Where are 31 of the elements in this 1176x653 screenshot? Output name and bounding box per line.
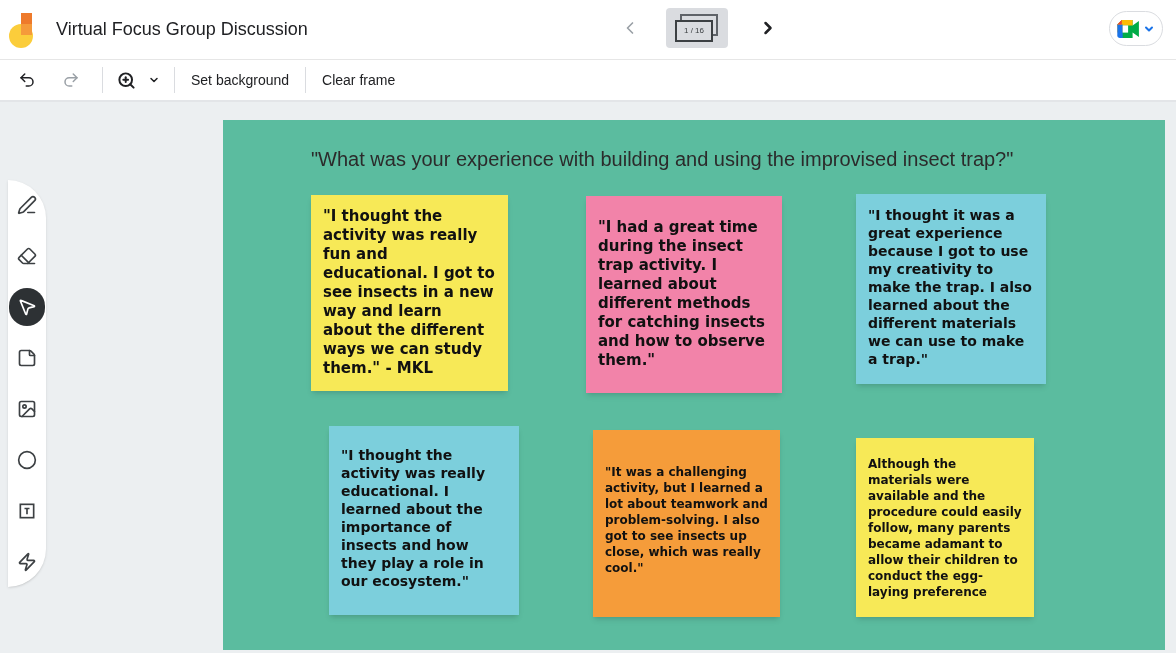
sticky-note[interactable]: "I thought it was a great experience because I got to use my creativity to make the trap. I also learned about the different materials we can use to make a trap." — [856, 194, 1046, 384]
sticky-note[interactable]: "It was a challenging activity, but I learned a lot about teamwork and problem-solving. I also got to see insects up close, which was really cool." — [593, 430, 780, 617]
toolbar-button[interactable]: Clear frame — [314, 69, 404, 91]
frame-title: "What was your experience with building and using the improvised insect trap?" — [311, 147, 1014, 172]
note-text: "I thought the activity was really fun and educational. I got to see insects in a new way and learn about the different ways we can study them." - MKL — [323, 207, 495, 377]
laser-icon — [17, 552, 37, 572]
sticky-note[interactable]: Although the materials were available and the procedure could easily follow, many parents became adamant to allow their children to conduct the egg-laying preference — [856, 438, 1034, 617]
frame-counter-button[interactable]: 1 / 16 — [666, 8, 728, 48]
note-text: "I had a great time during the insect trap activity. I learned about different methods for catching insects and how to observe them." — [598, 218, 765, 369]
video-call-icon — [1117, 19, 1141, 38]
note-text: Although the materials were available and the procedure could easily follow, many parents became adamant to allow their children to conduct the egg-laying preference — [868, 457, 1022, 599]
sticky-note[interactable]: "I thought the activity was really fun and educational. I got to see insects in a new way and learn about the different ways we can study them." - MKL — [311, 195, 508, 391]
circle-icon — [17, 450, 37, 470]
text-box-icon — [17, 501, 37, 521]
note-text: "It was a challenging activity, but I learned a lot about teamwork and problem-solving. I also got to see insects up close, which was really cool." — [605, 465, 768, 575]
sticky-note[interactable]: "I had a great time during the insect trap activity. I learned about different methods for catching insects and how to observe them." — [586, 196, 782, 393]
tool-button[interactable] — [9, 288, 45, 326]
sticky-note-icon — [17, 348, 37, 368]
note-text: "I thought it was a great experience because I got to use my creativity to make the trap. I also learned about the different materials we can use to make a trap." — [868, 207, 1032, 367]
sticky-note[interactable]: "I thought the activity was really educational. I learned about the importance of insects and how they play a role in our ecosystem." — [329, 426, 519, 615]
redo-icon — [62, 71, 80, 89]
pen-icon — [17, 195, 37, 215]
app-logo — [8, 10, 36, 49]
eraser-icon — [17, 246, 37, 266]
image-icon — [17, 399, 37, 419]
undo-icon — [18, 71, 36, 89]
pointer-icon — [17, 297, 37, 317]
toolbar-button[interactable]: Set background — [183, 69, 298, 91]
document-title: Virtual Focus Group Discussion — [56, 18, 308, 41]
zoom-in-icon — [117, 70, 136, 90]
note-text: "I thought the activity was really educational. I learned about the importance of insects and how they play a role in our ecosystem." — [341, 447, 485, 589]
